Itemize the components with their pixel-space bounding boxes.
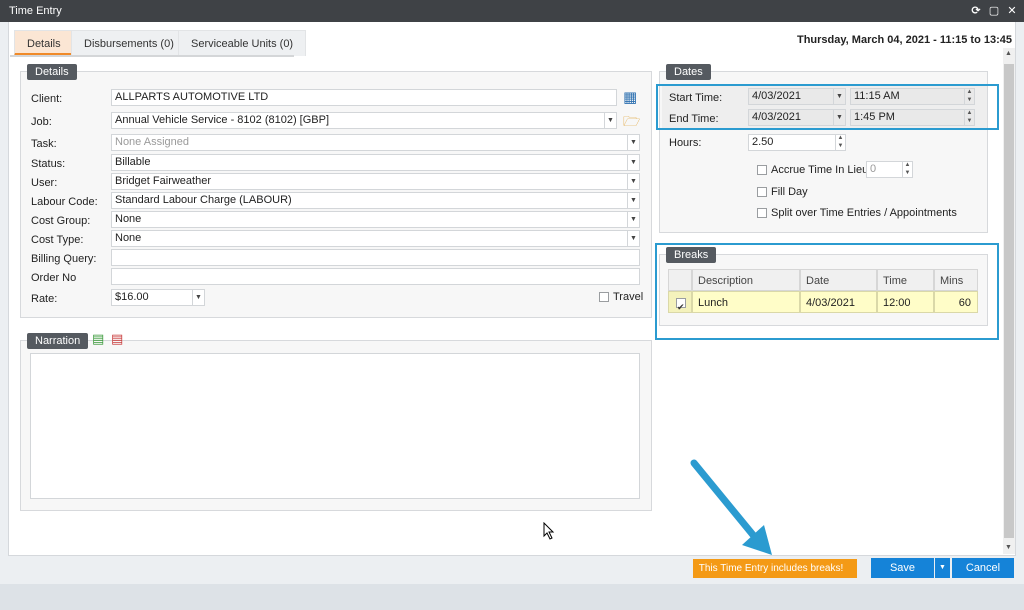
window-title: Time Entry: [9, 5, 62, 17]
notice-pointer: [849, 559, 857, 577]
time-highlight-box: [656, 84, 999, 130]
cost-type-dropdown-icon[interactable]: ▼: [627, 231, 639, 246]
accrue-label: Accrue Time In Lieu: [771, 164, 869, 176]
task-field[interactable]: None Assigned: [111, 134, 640, 151]
scroll-down-icon[interactable]: ▼: [1005, 544, 1012, 551]
split-label: Split over Time Entries / Appointments: [771, 207, 957, 219]
billing-query-field[interactable]: [111, 249, 640, 266]
mouse-cursor-icon: [543, 522, 555, 540]
status-label: Status:: [31, 158, 66, 170]
rate-field[interactable]: $16.00: [111, 289, 205, 306]
remove-note-icon[interactable]: ▤: [111, 331, 123, 347]
cost-group-dropdown-icon[interactable]: ▼: [627, 212, 639, 227]
task-dropdown-icon[interactable]: ▼: [627, 135, 639, 150]
hours-field[interactable]: 2.50: [748, 134, 846, 151]
split-checkbox[interactable]: [757, 208, 767, 218]
fill-day-label: Fill Day: [771, 186, 808, 198]
cost-group-label: Cost Group:: [31, 215, 91, 227]
job-field[interactable]: Annual Vehicle Service - 8102 (8102) [GB…: [111, 112, 617, 129]
status-field[interactable]: Billable: [111, 154, 640, 171]
cost-group-field[interactable]: None: [111, 211, 640, 228]
rate-label: Rate:: [31, 293, 58, 305]
refresh-icon[interactable]: ⟳: [970, 5, 982, 17]
footer-bar: [0, 584, 1024, 610]
user-field[interactable]: Bridget Fairweather: [111, 173, 640, 190]
add-note-icon[interactable]: ▤: [92, 331, 104, 347]
job-label: Job:: [31, 116, 52, 128]
travel-checkbox[interactable]: [599, 292, 609, 302]
cost-type-field[interactable]: None: [111, 230, 640, 247]
tab-disbursements[interactable]: Disbursements (0): [71, 30, 187, 56]
window-titlebar: Time Entry ⟳ ▢ ✕: [0, 0, 1024, 22]
rate-dropdown-icon[interactable]: ▼: [192, 290, 204, 305]
maximize-icon[interactable]: ▢: [988, 5, 1000, 17]
client-label: Client:: [31, 93, 63, 105]
job-folder-icon[interactable]: 🗁: [623, 111, 640, 135]
billing-query-label: Billing Query:: [31, 253, 97, 265]
narration-title: Narration: [27, 333, 89, 349]
dates-title: Dates: [666, 64, 711, 80]
cost-type-label: Cost Type:: [31, 234, 84, 246]
travel-label: Travel: [613, 291, 644, 303]
scrollbar-thumb[interactable]: [1004, 64, 1014, 538]
accrue-spinner[interactable]: ▲ ▼: [902, 161, 912, 178]
fill-day-checkbox[interactable]: [757, 187, 767, 197]
narration-textarea[interactable]: [30, 353, 640, 499]
close-icon[interactable]: ✕: [1006, 5, 1018, 17]
breaks-notice-text: This Time Entry includes breaks!: [698, 563, 844, 574]
scroll-up-icon[interactable]: ▲: [1005, 50, 1012, 57]
job-dropdown-icon[interactable]: ▼: [604, 113, 616, 128]
client-lookup-icon[interactable]: ▦: [623, 88, 637, 106]
user-dropdown-icon[interactable]: ▼: [627, 174, 639, 189]
cancel-button[interactable]: Cancel: [952, 558, 1014, 578]
client-field[interactable]: ALLPARTS AUTOMOTIVE LTD: [111, 89, 617, 106]
save-options-dropdown-icon[interactable]: ▼: [935, 558, 950, 578]
save-button[interactable]: Save: [871, 558, 934, 578]
hours-spinner[interactable]: ▲ ▼: [835, 134, 845, 151]
details-title: Details: [27, 64, 77, 80]
labour-code-field[interactable]: Standard Labour Charge (LABOUR): [111, 192, 640, 209]
breaks-highlight-box: [655, 243, 999, 340]
tab-underline: [10, 55, 294, 57]
header-date: Thursday, March 04, 2021 - 11:15 to 13:4…: [796, 34, 1012, 46]
hours-label: Hours:: [669, 137, 702, 149]
status-dropdown-icon[interactable]: ▼: [627, 155, 639, 170]
annotation-arrow-icon: [690, 459, 772, 555]
labour-code-dropdown-icon[interactable]: ▼: [627, 193, 639, 208]
order-no-label: Order No: [31, 272, 77, 284]
accrue-checkbox[interactable]: [757, 165, 767, 175]
task-label: Task:: [31, 138, 57, 150]
breaks-notice: This Time Entry includes breaks!: [693, 559, 857, 578]
user-label: User:: [31, 177, 58, 189]
order-no-field[interactable]: [111, 268, 640, 285]
labour-code-label: Labour Code:: [31, 196, 98, 208]
tab-details[interactable]: Details: [14, 30, 74, 56]
tab-serviceable-units[interactable]: Serviceable Units (0): [178, 30, 307, 56]
